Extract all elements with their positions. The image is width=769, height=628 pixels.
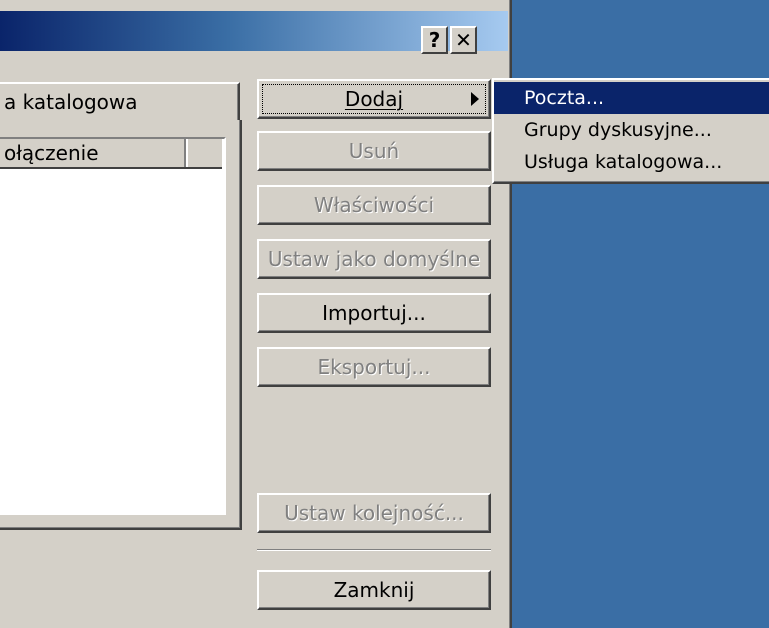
set-default-button-label: Ustaw jako domyślne — [267, 247, 481, 271]
close-button-label: Zamknij — [333, 578, 415, 602]
separator — [257, 549, 491, 551]
add-submenu: Poczta... Grupy dyskusyjne... Usługa kat… — [492, 78, 769, 184]
import-button[interactable]: Importuj... — [257, 293, 491, 333]
accounts-dialog: ? ✕ a katalogowa ołączenie Dodaj Usuń Wł… — [0, 0, 512, 628]
tab-label: a katalogowa — [4, 90, 138, 114]
menu-item-mail[interactable]: Poczta... — [494, 82, 769, 114]
add-button[interactable]: Dodaj — [257, 79, 491, 119]
menu-item-label: Poczta... — [524, 87, 605, 109]
remove-button[interactable]: Usuń — [257, 131, 491, 171]
menu-item-directory-service[interactable]: Usługa katalogowa... — [494, 146, 769, 178]
title-bar[interactable]: ? ✕ — [0, 11, 508, 54]
help-icon[interactable]: ? — [421, 26, 448, 54]
close-icon[interactable]: ✕ — [450, 26, 477, 54]
tab-directory-service[interactable]: a katalogowa — [0, 82, 240, 120]
accounts-list[interactable]: ołączenie — [0, 137, 226, 515]
menu-item-label: Usługa katalogowa... — [524, 151, 723, 173]
list-header: ołączenie — [0, 139, 222, 169]
menu-item-newsgroups[interactable]: Grupy dyskusyjne... — [494, 114, 769, 146]
remove-button-label: Usuń — [348, 139, 400, 163]
set-default-button[interactable]: Ustaw jako domyślne — [257, 239, 491, 279]
set-order-button-label: Ustaw kolejność... — [284, 501, 464, 525]
add-button-label: Dodaj — [344, 87, 404, 111]
column-header-label: ołączenie — [4, 141, 99, 165]
column-header-empty[interactable] — [186, 139, 222, 167]
import-button-label: Importuj... — [322, 301, 426, 325]
properties-button[interactable]: Właściwości — [257, 185, 491, 225]
export-button-label: Eksportuj... — [317, 355, 431, 379]
export-button[interactable]: Eksportuj... — [257, 347, 491, 387]
set-order-button[interactable]: Ustaw kolejność... — [257, 493, 491, 533]
properties-button-label: Właściwości — [313, 193, 435, 217]
menu-item-label: Grupy dyskusyjne... — [524, 119, 712, 141]
column-header-connection[interactable]: ołączenie — [0, 139, 186, 167]
close-button[interactable]: Zamknij — [257, 570, 491, 610]
submenu-arrow-icon — [471, 92, 479, 106]
